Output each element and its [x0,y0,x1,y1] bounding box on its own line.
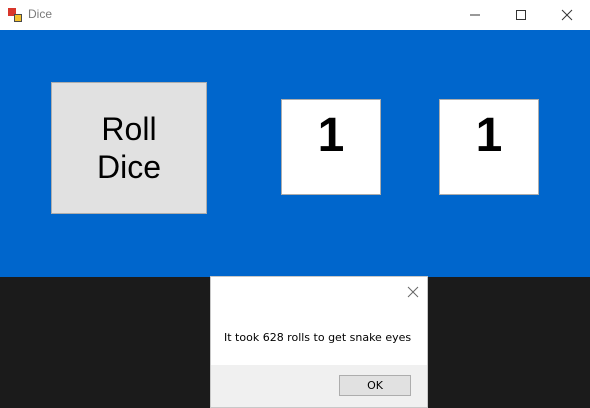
close-icon [407,286,419,298]
title-bar[interactable]: Dice [0,0,590,30]
die-1-display: 1 [281,99,381,195]
window-title: Dice [28,7,53,21]
maximize-button[interactable] [498,0,544,30]
close-icon [561,9,573,21]
roll-button-line1: Roll [101,111,157,147]
message-box: It took 628 rolls to get snake eyes OK [210,276,428,408]
minimize-button[interactable] [452,0,498,30]
dice-app-icon [8,8,22,22]
message-box-close-button[interactable] [407,285,419,298]
roll-dice-button[interactable]: Roll Dice [51,82,207,214]
die-2-display: 1 [439,99,539,195]
ok-button[interactable]: OK [339,375,411,396]
message-text: It took 628 rolls to get snake eyes [224,331,412,344]
dice-window: Dice Roll Dice 1 1 [0,0,590,277]
message-box-footer: OK [211,365,427,407]
minimize-icon [470,14,480,16]
maximize-icon [516,10,526,20]
close-window-button[interactable] [544,0,590,30]
roll-button-line2: Dice [96,149,161,185]
